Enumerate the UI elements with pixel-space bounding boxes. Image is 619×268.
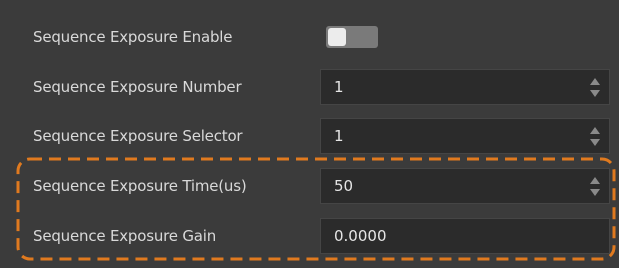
sequence-exposure-selector-label: Sequence Exposure Selector xyxy=(33,127,243,145)
spinner xyxy=(589,126,601,148)
sequence-exposure-enable-label: Sequence Exposure Enable xyxy=(33,28,233,46)
spinner-up-icon[interactable] xyxy=(589,77,601,86)
spinner-down-icon[interactable] xyxy=(589,89,601,98)
sequence-exposure-number-input[interactable]: 1 xyxy=(320,69,610,105)
highlight-outline xyxy=(16,157,616,261)
row-sequence-exposure-enable: Sequence Exposure Enable xyxy=(0,12,619,62)
row-sequence-exposure-number: Sequence Exposure Number 1 xyxy=(0,62,619,112)
spinner xyxy=(589,77,601,99)
row-sequence-exposure-selector: Sequence Exposure Selector 1 xyxy=(0,111,619,161)
spinner-down-icon[interactable] xyxy=(589,138,601,147)
sequence-exposure-enable-toggle[interactable] xyxy=(326,26,378,48)
toggle-knob xyxy=(328,28,346,46)
sequence-exposure-number-label: Sequence Exposure Number xyxy=(33,78,242,96)
sequence-exposure-selector-input[interactable]: 1 xyxy=(320,118,610,154)
spinner-up-icon[interactable] xyxy=(589,126,601,135)
sequence-exposure-number-value: 1 xyxy=(334,78,344,96)
sequence-exposure-selector-value: 1 xyxy=(334,127,344,145)
parameter-panel: Sequence Exposure Enable Sequence Exposu… xyxy=(0,0,619,268)
